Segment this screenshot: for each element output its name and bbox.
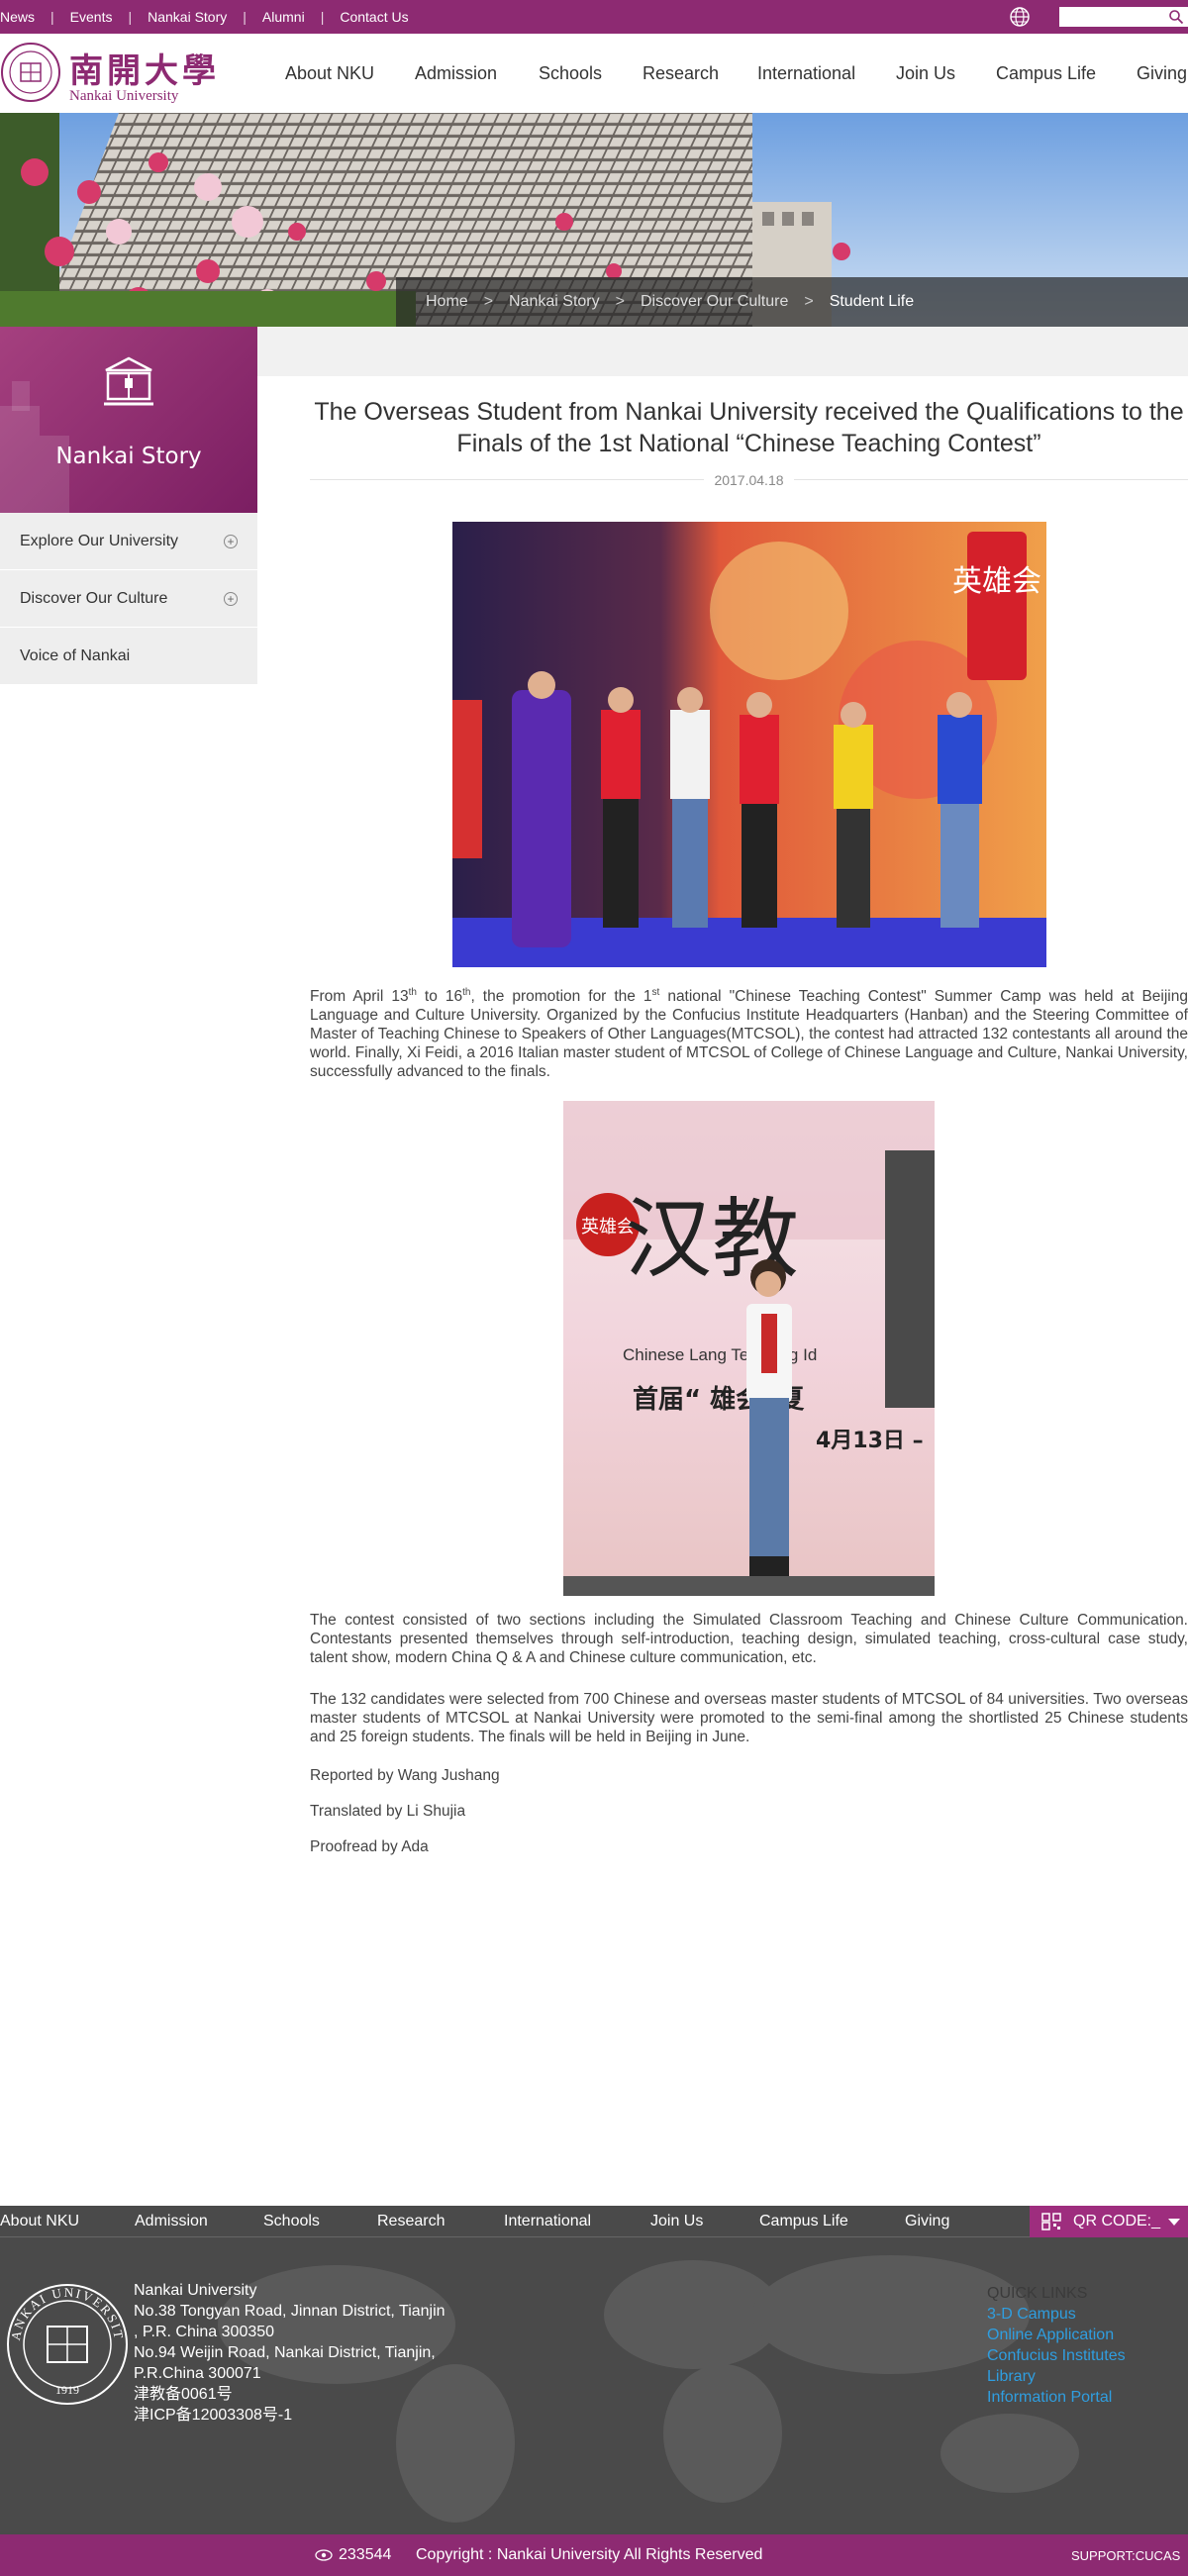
quick-link-information-portal[interactable]: Information Portal [987, 2387, 1126, 2408]
book-building-icon [104, 356, 153, 406]
sidebar-title: Nankai Story [55, 444, 202, 469]
footer-nav: About NKU Admission Schools Research Int… [0, 2206, 1188, 2237]
address-line: No.94 Weijin Road, Nankai District, Tian… [134, 2344, 436, 2361]
article-paragraph-1: From April 13th to 16th, the promotion f… [310, 983, 1188, 1081]
main-nav: About NKU Admission Schools Research Int… [0, 34, 1188, 113]
article-date-text: 2017.04.18 [704, 472, 794, 488]
stage-sign-text: 英雄会 [952, 564, 1041, 599]
svg-text:1919: 1919 [55, 2383, 79, 2397]
proofread-by: Proofread by Ada [310, 1838, 429, 1855]
qr-code-label: QR CODE:_ [1073, 2213, 1161, 2229]
address-line: P.R.China 300071 [134, 2365, 261, 2382]
site-header: 南開大學 Nankai University About NKU Admissi… [0, 34, 1188, 113]
sidebar-menu: Explore Our University + Discover Our Cu… [0, 513, 257, 685]
qr-code-icon [1041, 2213, 1061, 2230]
search-input[interactable] [1059, 7, 1188, 27]
sidebar-item-discover-culture[interactable]: Discover Our Culture + [0, 570, 257, 628]
footer-nav-giving[interactable]: Giving [905, 2213, 949, 2230]
nav-international[interactable]: International [757, 63, 855, 84]
nav-campus-life[interactable]: Campus Life [996, 63, 1096, 84]
quick-links: QUICK LINKS 3-D Campus Online Applicatio… [987, 2283, 1126, 2408]
top-links: News | Events | Nankai Story | Alumni | … [0, 0, 409, 34]
quick-link-online-application[interactable]: Online Application [987, 2325, 1126, 2345]
sidebar-item-label: Discover Our Culture [20, 590, 168, 607]
breadcrumb-current: Student Life [829, 293, 915, 310]
address-line: , P.R. China 300350 [134, 2324, 275, 2340]
quick-link-library[interactable]: Library [987, 2366, 1126, 2387]
address-line: Nankai University [134, 2282, 257, 2299]
article-date: 2017.04.18 [310, 472, 1188, 488]
contestant-poster-photo: 英雄会 汉教 Chinese Lang Teaching Id 首届“ 雄会”夏… [563, 1101, 935, 1596]
reported-by: Reported by Wang Jushang [310, 1767, 500, 1784]
expand-plus-icon[interactable]: + [224, 535, 238, 548]
separator: | [50, 9, 54, 25]
p1-text: , the promotion for the 1 [470, 988, 652, 1006]
eye-icon [315, 2549, 333, 2561]
university-seal-icon: NANKAI UNIVERSITY 1919 [6, 2283, 128, 2405]
p1-text: From April 13 [310, 988, 409, 1006]
address-line: 津教备0061号 [134, 2386, 233, 2403]
translated-by: Translated by Li Shujia [310, 1803, 466, 1820]
support-credit[interactable]: SUPPORT:CUCAS [1071, 2548, 1180, 2563]
quick-link-confucius-institutes[interactable]: Confucius Institutes [987, 2345, 1126, 2366]
sidebar-item-label: Voice of Nankai [20, 647, 131, 664]
footer-nav-schools[interactable]: Schools [263, 2213, 320, 2230]
separator: | [320, 9, 325, 25]
breadcrumb-separator: > [804, 293, 814, 310]
contestant-figure [746, 1259, 792, 1581]
sidebar-item-voice-of-nankai[interactable]: Voice of Nankai [0, 628, 257, 685]
poster-date: 4月13日 – [816, 1429, 924, 1453]
footer-nav-join-us[interactable]: Join Us [650, 2213, 703, 2230]
breadcrumb-home[interactable]: Home [426, 293, 468, 311]
address-line: 津ICP备12003308号-1 [134, 2407, 293, 2424]
copyright-text: Copyright : Nankai University All Rights… [416, 2546, 763, 2563]
content-top-strip [257, 327, 1188, 376]
search-icon[interactable] [1168, 9, 1184, 25]
article-paragraph-2: The contest consisted of two sections in… [310, 1612, 1188, 1666]
top-link-news[interactable]: News [0, 9, 35, 25]
breadcrumb-nankai-story[interactable]: Nankai Story [509, 293, 600, 311]
separator: | [243, 9, 247, 25]
sidebar-header: Nankai Story [0, 327, 257, 513]
footer-nav-campus-life[interactable]: Campus Life [759, 2213, 848, 2230]
separator: | [128, 9, 133, 25]
address-line: No.38 Tongyan Road, Jinnan District, Tia… [134, 2303, 446, 2320]
p1-sup: th [408, 987, 417, 998]
footer-nav-about-nku[interactable]: About NKU [0, 2213, 79, 2230]
nav-admission[interactable]: Admission [415, 63, 497, 84]
footer-address: Nankai University No.38 Tongyan Road, Ji… [134, 2280, 446, 2426]
globe-icon[interactable] [1009, 6, 1031, 28]
article-title: The Overseas Student from Nankai Univers… [314, 398, 1184, 457]
quick-links-title: QUICK LINKS [987, 2285, 1088, 2302]
breadcrumb-separator: > [483, 293, 494, 310]
top-bar: News | Events | Nankai Story | Alumni | … [0, 0, 1188, 34]
copyright-bar: 233544 Copyright : Nankai University All… [0, 2534, 1188, 2576]
nav-research[interactable]: Research [643, 63, 719, 84]
footer-nav-research[interactable]: Research [377, 2213, 445, 2230]
footer-nav-international[interactable]: International [504, 2213, 591, 2230]
visit-counter: 233544 [339, 2546, 392, 2563]
top-link-contact-us[interactable]: Contact Us [340, 9, 408, 25]
sidebar-item-explore-university[interactable]: Explore Our University + [0, 513, 257, 570]
site-footer: About NKU Admission Schools Research Int… [0, 2206, 1188, 2534]
nav-giving[interactable]: Giving [1137, 63, 1187, 84]
quick-link-3d-campus[interactable]: 3-D Campus [987, 2304, 1126, 2325]
breadcrumb: Home > Nankai Story > Discover Our Cultu… [396, 277, 1188, 327]
breadcrumb-separator: > [615, 293, 625, 310]
nav-schools[interactable]: Schools [539, 63, 602, 84]
contest-stage-photo: 英雄会 [452, 522, 1046, 967]
top-link-events[interactable]: Events [70, 9, 113, 25]
sidebar-item-label: Explore Our University [20, 533, 179, 549]
breadcrumb-discover-culture[interactable]: Discover Our Culture [641, 293, 788, 311]
chevron-down-icon [1168, 2219, 1180, 2226]
p1-text: to 16 [416, 988, 463, 1006]
expand-plus-icon[interactable]: + [224, 592, 238, 606]
nav-join-us[interactable]: Join Us [896, 63, 955, 84]
article-paragraph-3: The 132 candidates were selected from 70… [310, 1691, 1188, 1745]
footer-nav-admission[interactable]: Admission [135, 2213, 208, 2230]
top-link-alumni[interactable]: Alumni [262, 9, 305, 25]
top-link-nankai-story[interactable]: Nankai Story [148, 9, 227, 25]
qr-code-dropdown[interactable]: QR CODE:_ [1030, 2206, 1188, 2237]
nav-about-nku[interactable]: About NKU [285, 63, 374, 84]
